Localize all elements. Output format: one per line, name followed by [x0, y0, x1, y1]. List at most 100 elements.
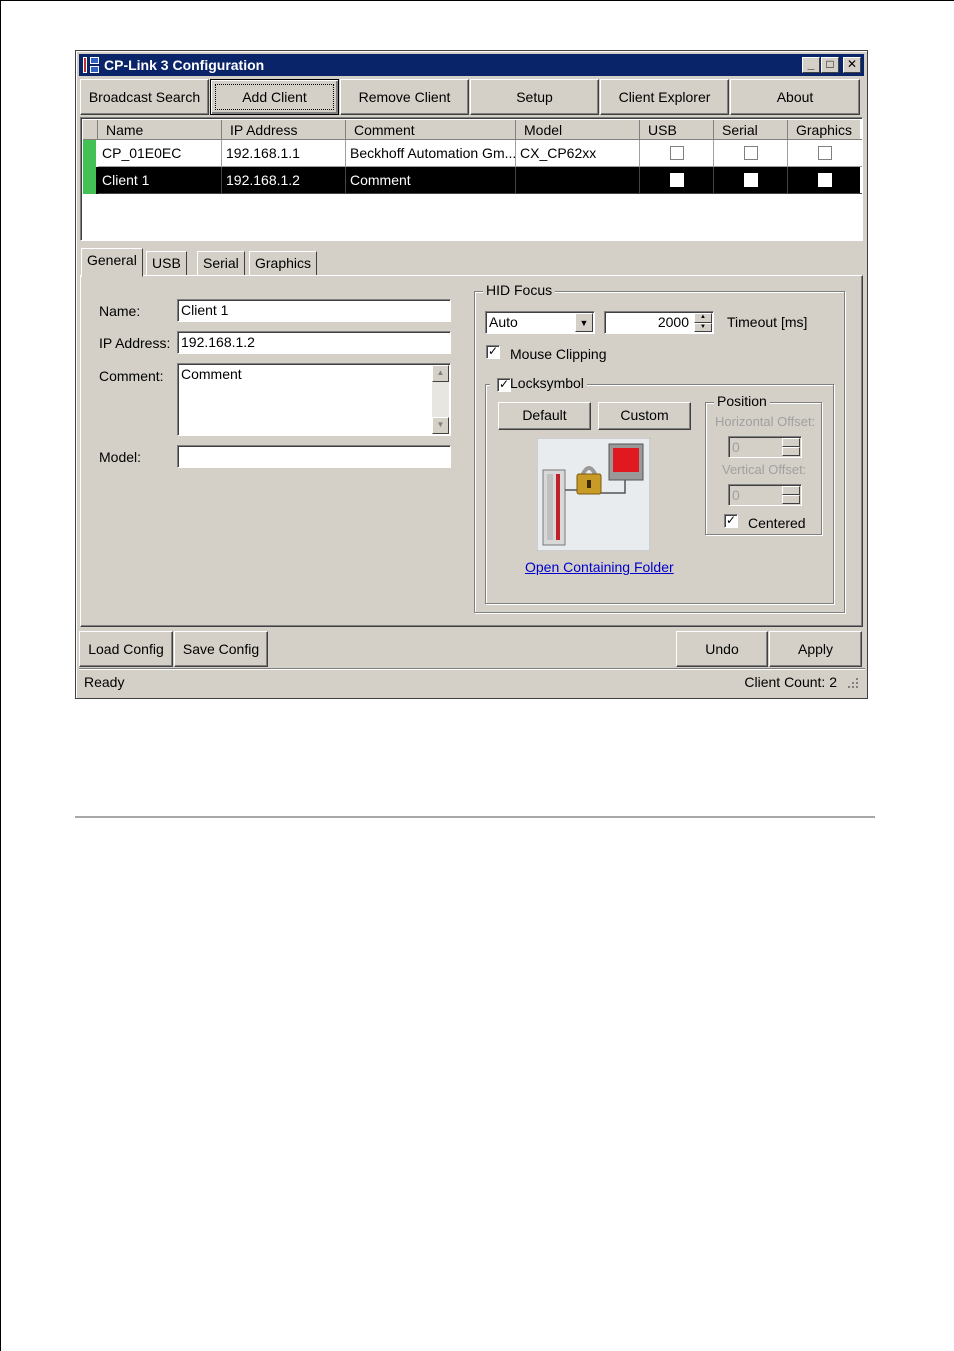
- minimize-icon[interactable]: _: [802, 57, 820, 73]
- centered-checkbox[interactable]: ✓: [724, 514, 738, 528]
- broadcast-search-button[interactable]: Broadcast Search: [80, 79, 209, 115]
- hid-focus-mode-select[interactable]: Auto ▼: [485, 311, 595, 334]
- timeout-label: Timeout [ms]: [727, 314, 808, 330]
- title-bar[interactable]: CP-Link 3 Configuration _ □ ✕: [79, 54, 864, 76]
- row-status-marker: [83, 167, 96, 194]
- cell-name: CP_01E0EC: [98, 140, 222, 167]
- status-divider: [79, 668, 865, 670]
- vertical-offset-label: Vertical Offset:: [722, 462, 807, 477]
- graphics-checkbox[interactable]: [818, 173, 832, 187]
- horizontal-offset-spinner[interactable]: [782, 438, 800, 456]
- cell-name: Client 1: [98, 167, 222, 194]
- column-header-graphics[interactable]: Graphics: [788, 120, 862, 140]
- cell-serial: [714, 140, 788, 167]
- spin-down-icon[interactable]: [782, 495, 800, 504]
- usb-checkbox[interactable]: [670, 146, 684, 160]
- setup-button[interactable]: Setup: [470, 79, 599, 115]
- close-icon[interactable]: ✕: [843, 57, 861, 73]
- ip-address-input[interactable]: 192.168.1.2: [177, 331, 451, 354]
- table-header: Name IP Address Comment Model USB Serial…: [83, 120, 862, 140]
- tab-general[interactable]: General: [81, 248, 143, 277]
- timeout-value: 2000: [657, 314, 689, 330]
- cell-usb: [640, 140, 714, 167]
- horizontal-offset-value: 0: [732, 439, 740, 455]
- graphics-checkbox[interactable]: [818, 146, 832, 160]
- custom-button[interactable]: Custom: [598, 402, 691, 430]
- horizontal-offset-input[interactable]: 0: [728, 436, 802, 458]
- tab-graphics[interactable]: Graphics: [249, 251, 318, 276]
- centered-label: Centered: [748, 515, 806, 531]
- model-label: Model:: [99, 449, 142, 465]
- locksymbol-group: Locksymbol ✓ Default Custom Open Contain…: [485, 375, 834, 604]
- tab-serial[interactable]: Serial: [197, 251, 245, 276]
- general-tab-panel: Name: Client 1 IP Address: 192.168.1.2 C…: [80, 275, 863, 627]
- name-label: Name:: [99, 303, 141, 319]
- row-status-marker: [83, 140, 96, 167]
- table-row-selected[interactable]: Client 1 192.168.1.2 Comment: [83, 167, 862, 194]
- cell-ip: 192.168.1.1: [222, 140, 346, 167]
- column-header-serial[interactable]: Serial: [714, 120, 788, 140]
- window-title: CP-Link 3 Configuration: [104, 57, 265, 73]
- page-left-border: [0, 0, 1, 1351]
- hid-focus-group: HID Focus Auto ▼ 2000 ▲ ▼ Timeout [ms] ✓…: [474, 282, 845, 613]
- mouse-clipping-checkbox[interactable]: ✓: [486, 345, 500, 359]
- cell-serial: [714, 167, 788, 194]
- timeout-input[interactable]: 2000 ▲ ▼: [604, 311, 714, 334]
- ip-address-label: IP Address:: [99, 335, 171, 351]
- cell-comment: Beckhoff Automation Gm...: [346, 140, 516, 167]
- cell-model: CX_CP62xx: [516, 140, 640, 167]
- name-input[interactable]: Client 1: [177, 299, 451, 322]
- open-containing-folder-link[interactable]: Open Containing Folder: [525, 559, 674, 575]
- spin-down-icon[interactable]: [782, 447, 800, 456]
- locksymbol-checkbox[interactable]: ✓: [497, 378, 511, 392]
- apply-button[interactable]: Apply: [769, 631, 862, 667]
- spin-down-icon[interactable]: ▼: [694, 322, 712, 332]
- mouse-clipping-label: Mouse Clipping: [510, 346, 607, 362]
- comment-textarea[interactable]: Comment ▲ ▼: [177, 363, 451, 436]
- add-client-button[interactable]: Add Client: [210, 79, 339, 115]
- cell-usb: [640, 167, 714, 194]
- cell-model: [516, 167, 640, 194]
- scroll-up-icon[interactable]: ▲: [432, 365, 449, 382]
- about-button[interactable]: About: [730, 79, 860, 115]
- position-title: Position: [714, 393, 770, 409]
- page-top-border: [0, 0, 954, 1]
- column-header-name[interactable]: Name: [98, 120, 222, 140]
- cp-link-config-window: CP-Link 3 Configuration _ □ ✕ Broadcast …: [75, 50, 868, 699]
- spin-up-icon[interactable]: [782, 438, 800, 447]
- cell-ip: 192.168.1.2: [222, 167, 346, 194]
- dropdown-arrow-icon[interactable]: ▼: [575, 313, 593, 332]
- page-horizontal-rule: [75, 816, 875, 818]
- save-config-button[interactable]: Save Config: [174, 631, 268, 667]
- cell-graphics: [788, 167, 862, 194]
- serial-checkbox[interactable]: [744, 173, 758, 187]
- load-config-button[interactable]: Load Config: [79, 631, 173, 667]
- spin-up-icon[interactable]: ▲: [694, 313, 712, 323]
- column-header-ip[interactable]: IP Address: [222, 120, 346, 140]
- vertical-offset-spinner[interactable]: [782, 486, 800, 504]
- undo-button[interactable]: Undo: [676, 631, 768, 667]
- comment-scrollbar[interactable]: ▲ ▼: [432, 365, 449, 434]
- tab-usb[interactable]: USB: [146, 251, 187, 276]
- default-button[interactable]: Default: [498, 402, 591, 430]
- column-header-comment[interactable]: Comment: [346, 120, 516, 140]
- spin-up-icon[interactable]: [782, 486, 800, 495]
- client-table[interactable]: Name IP Address Comment Model USB Serial…: [80, 117, 863, 241]
- column-header-usb[interactable]: USB: [640, 120, 714, 140]
- lock-preview-image: [537, 438, 650, 551]
- client-explorer-button[interactable]: Client Explorer: [600, 79, 729, 115]
- serial-checkbox[interactable]: [744, 146, 758, 160]
- timeout-spinner[interactable]: ▲ ▼: [694, 313, 712, 332]
- size-grip-icon[interactable]: [847, 677, 859, 689]
- status-text: Ready: [84, 674, 125, 690]
- maximize-icon[interactable]: □: [821, 57, 839, 73]
- usb-checkbox[interactable]: [670, 173, 684, 187]
- column-header-model[interactable]: Model: [516, 120, 640, 140]
- remove-client-button[interactable]: Remove Client: [340, 79, 469, 115]
- table-row[interactable]: CP_01E0EC 192.168.1.1 Beckhoff Automatio…: [83, 140, 862, 167]
- scroll-down-icon[interactable]: ▼: [432, 417, 449, 434]
- vertical-offset-input[interactable]: 0: [728, 484, 802, 506]
- hid-focus-mode-value: Auto: [489, 314, 518, 330]
- cell-comment: Comment: [346, 167, 516, 194]
- model-input[interactable]: [177, 445, 451, 468]
